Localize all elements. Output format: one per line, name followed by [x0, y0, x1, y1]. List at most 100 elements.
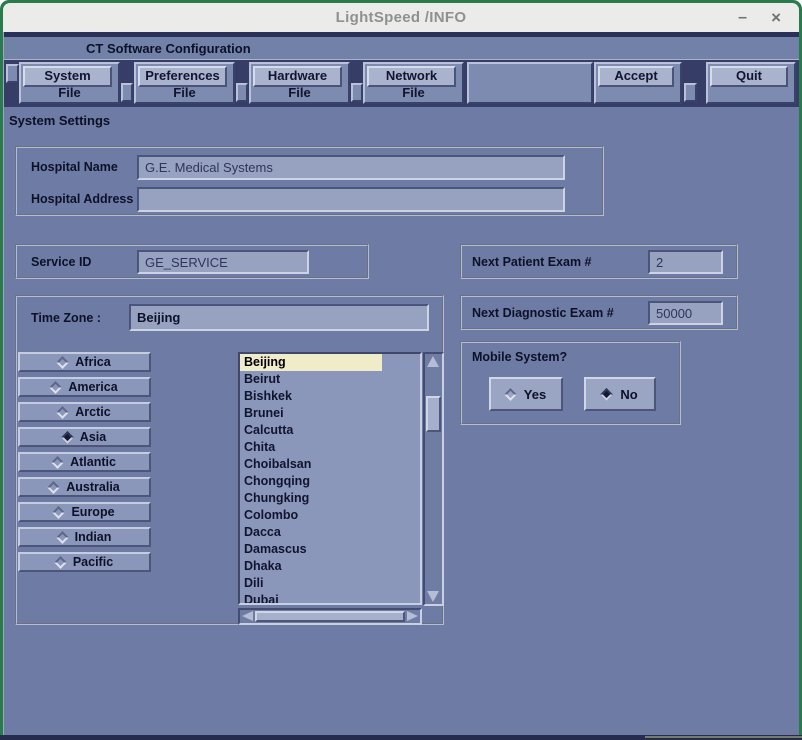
system-file-button[interactable]: File [21, 85, 118, 100]
list-item[interactable]: Dacca [240, 524, 420, 541]
list-item-selected[interactable]: Beijing [240, 354, 420, 371]
region-label: Indian [75, 530, 112, 544]
service-id-label: Service ID [31, 255, 91, 269]
list-item[interactable]: Chita [240, 439, 420, 456]
toolbar-handle[interactable] [121, 83, 133, 102]
toolbar-spacer-panel [467, 62, 593, 104]
network-file-button[interactable]: File [365, 85, 462, 100]
minimize-icon[interactable]: – [738, 3, 747, 32]
next-diagnostic-exam-group: Next Diagnostic Exam # [460, 295, 738, 330]
hospital-name-input[interactable] [137, 155, 565, 180]
region-button-america[interactable]: America [18, 377, 151, 397]
accept-stack: Accept [594, 62, 682, 104]
region-button-pacific[interactable]: Pacific [18, 552, 151, 572]
region-label: Europe [71, 505, 114, 519]
region-button-asia[interactable]: Asia [18, 427, 151, 447]
radio-diamond-icon [51, 456, 64, 469]
region-button-indian[interactable]: Indian [18, 527, 151, 547]
network-menu-button[interactable]: Network [367, 66, 456, 87]
page-title: System Settings [9, 113, 110, 128]
menu-stack-preferences: Preferences File [134, 62, 235, 104]
time-zone-input[interactable] [129, 304, 429, 331]
toolbar-handle[interactable] [351, 83, 363, 102]
mobile-yes-button[interactable]: Yes [489, 377, 563, 411]
menubar-title: CT Software Configuration [86, 41, 251, 56]
list-item[interactable]: Damascus [240, 541, 420, 558]
toolbar-handle[interactable] [6, 64, 19, 83]
service-id-input[interactable] [137, 250, 309, 274]
vertical-scrollbar[interactable] [423, 352, 444, 606]
list-item[interactable]: Chongqing [240, 473, 420, 490]
mobile-system-label: Mobile System? [472, 350, 567, 364]
region-button-atlantic[interactable]: Atlantic [18, 452, 151, 472]
region-button-africa[interactable]: Africa [18, 352, 151, 372]
region-label: Africa [75, 355, 110, 369]
toolbar-handle[interactable] [684, 83, 697, 102]
hospital-address-label: Hospital Address [31, 192, 133, 206]
horizontal-scrollbar[interactable] [238, 608, 422, 625]
toolbar: System File Preferences File Hardware Fi… [4, 60, 799, 107]
radio-diamond-icon [56, 531, 69, 544]
radio-diamond-icon [53, 506, 66, 519]
next-patient-exam-group: Next Patient Exam # [460, 244, 738, 279]
time-zone-label: Time Zone : [31, 311, 101, 325]
no-label: No [620, 387, 637, 402]
preferences-menu-button[interactable]: Preferences [138, 66, 227, 87]
hardware-file-button[interactable]: File [251, 85, 348, 100]
radio-diamond-icon [56, 356, 69, 369]
window-body: CT Software Configuration System File Pr… [3, 32, 799, 735]
list-item[interactable]: Colombo [240, 507, 420, 524]
next-diagnostic-exam-input[interactable] [648, 301, 723, 325]
radio-diamond-icon [49, 381, 62, 394]
region-button-arctic[interactable]: Arctic [18, 402, 151, 422]
scroll-down-icon[interactable] [427, 591, 439, 602]
window-title: LightSpeed /INFO [336, 9, 467, 26]
toolbar-handle[interactable] [236, 83, 248, 102]
scroll-up-icon[interactable] [427, 356, 439, 367]
mobile-system-group: Mobile System? Yes No [460, 341, 681, 425]
next-patient-exam-input[interactable] [648, 250, 723, 274]
list-item[interactable]: Beirut [240, 371, 420, 388]
radio-diamond-icon [56, 406, 69, 419]
next-diagnostic-exam-label: Next Diagnostic Exam # [472, 306, 614, 320]
city-list: Beijing Beirut Bishkek Brunei Calcutta C… [238, 352, 422, 605]
list-item[interactable]: Calcutta [240, 422, 420, 439]
accept-button[interactable]: Accept [598, 66, 674, 87]
radio-diamond-selected-icon [600, 388, 613, 401]
system-menu-button[interactable]: System [23, 66, 112, 87]
region-label: Asia [80, 430, 106, 444]
scroll-left-icon[interactable] [242, 611, 253, 621]
window-bottom-shadow [645, 736, 802, 738]
quit-stack: Quit [706, 62, 796, 104]
vertical-scroll-thumb[interactable] [426, 396, 441, 432]
list-item[interactable]: Dili [240, 575, 420, 592]
preferences-file-button[interactable]: File [136, 85, 233, 100]
horizontal-scroll-thumb[interactable] [255, 611, 405, 622]
menu-stack-network: Network File [363, 62, 464, 104]
list-item[interactable]: Choibalsan [240, 456, 420, 473]
list-item[interactable]: Dubai [240, 592, 420, 605]
region-label: America [68, 380, 117, 394]
quit-button[interactable]: Quit [710, 66, 788, 87]
list-item[interactable]: Chungking [240, 490, 420, 507]
main-panel: System Settings Hospital Name Hospital A… [4, 107, 799, 735]
hospital-address-input[interactable] [137, 187, 565, 212]
menubar: CT Software Configuration [4, 37, 799, 60]
service-id-group: Service ID [15, 244, 369, 279]
titlebar: LightSpeed /INFO – × [3, 3, 799, 32]
list-item[interactable]: Brunei [240, 405, 420, 422]
region-label: Atlantic [70, 455, 116, 469]
radio-diamond-icon [504, 388, 517, 401]
hardware-menu-button[interactable]: Hardware [253, 66, 342, 87]
scroll-right-icon[interactable] [407, 611, 418, 621]
region-button-australia[interactable]: Australia [18, 477, 151, 497]
region-button-europe[interactable]: Europe [18, 502, 151, 522]
list-item[interactable]: Bishkek [240, 388, 420, 405]
list-item[interactable]: Dhaka [240, 558, 420, 575]
menu-stack-system: System File [19, 62, 120, 104]
region-label: Arctic [75, 405, 110, 419]
region-label: Pacific [73, 555, 113, 569]
radio-diamond-selected-icon [61, 431, 74, 444]
close-icon[interactable]: × [771, 3, 781, 32]
mobile-no-button[interactable]: No [584, 377, 656, 411]
